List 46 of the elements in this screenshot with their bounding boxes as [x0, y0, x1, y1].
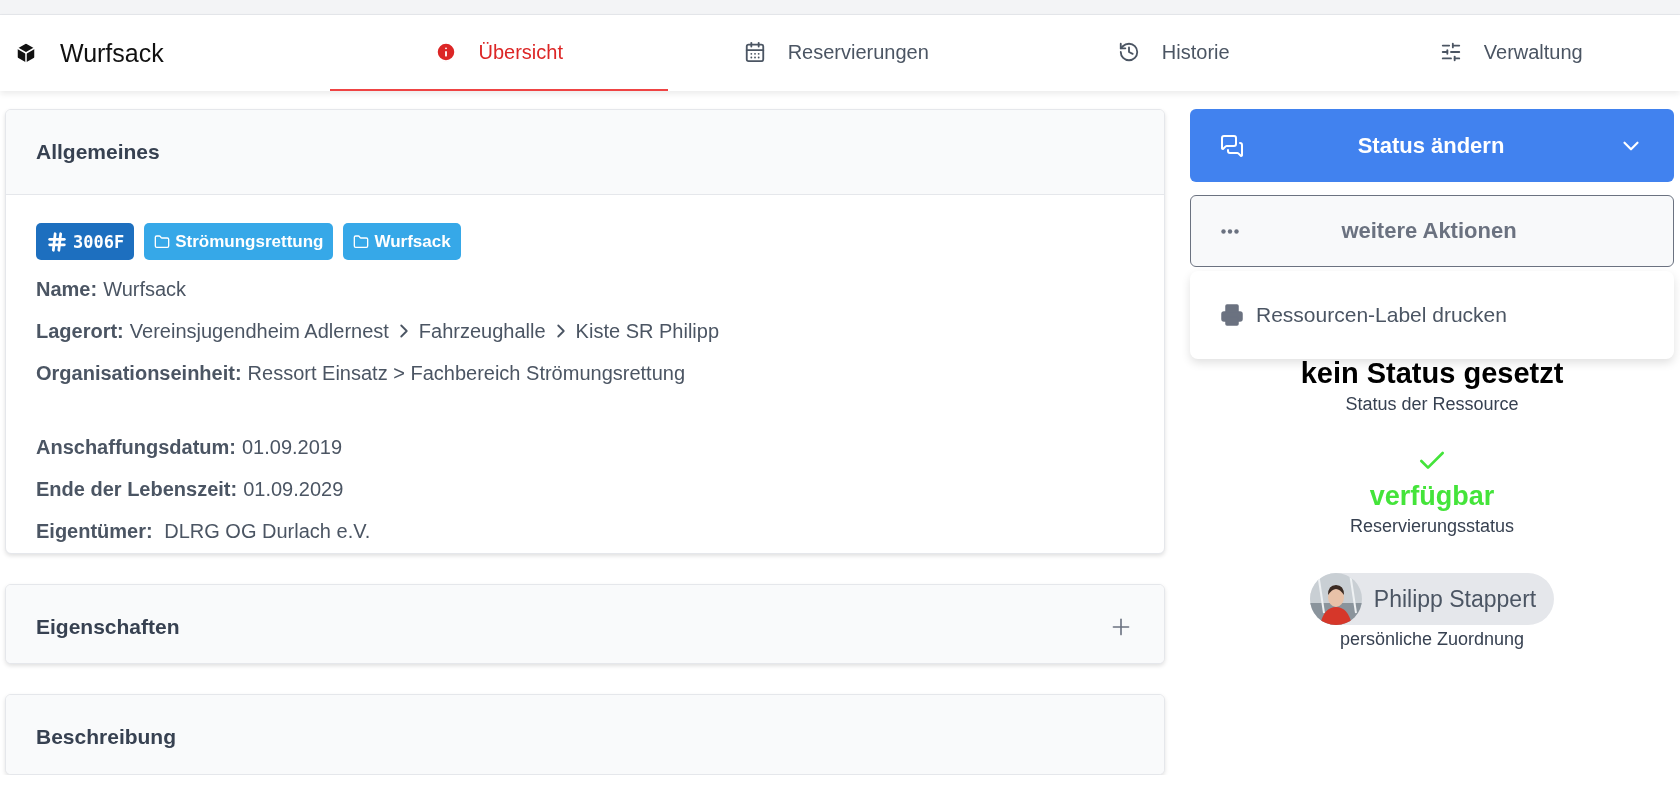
card-title: Allgemeines — [36, 140, 160, 164]
field-label: Organisationseinheit: — [36, 361, 242, 386]
page-title: Wurfsack — [60, 38, 164, 68]
status-button[interactable]: Status ändern — [1190, 109, 1674, 182]
box-icon — [14, 41, 38, 65]
tag[interactable]: 3006F — [36, 223, 135, 260]
field-value: 01.09.2029 — [243, 477, 344, 502]
chat-icon — [1220, 133, 1244, 158]
person-chip[interactable]: Philipp Stappert — [1309, 573, 1555, 625]
card-title: Beschreibung — [36, 725, 177, 750]
field-value: Kiste SR Philipp — [575, 319, 719, 344]
reservation-caption: Reservierungsstatus — [1349, 516, 1515, 537]
printer-icon — [1220, 303, 1244, 327]
assignment-caption: persönliche Zuordnung — [1339, 629, 1525, 650]
field-label: Ende der Lebenszeit: — [36, 477, 238, 502]
field-value: Vereinsjugendheim Adlernest — [129, 319, 389, 344]
more-icon — [1221, 228, 1239, 234]
info-icon — [434, 41, 457, 63]
card-title: Eigenschaften — [36, 614, 180, 639]
settings-icon — [1439, 41, 1462, 63]
status-caption: Status der Ressource — [1345, 394, 1519, 415]
tab[interactable]: Reservierungen — [667, 15, 1005, 91]
more-actions-button[interactable]: weitere Aktionen — [1190, 195, 1674, 267]
calendar-icon — [743, 41, 766, 63]
status-value: kein Status gesetzt — [1300, 357, 1564, 390]
field-value: Wurfsack — [103, 277, 187, 302]
hash-icon — [46, 230, 68, 253]
field-label: Name: — [36, 277, 98, 302]
field-label: Eigentümer: — [36, 519, 153, 544]
field-value: DLRG OG Durlach e.V. — [163, 519, 371, 544]
field-value: Ressort Einsatz > Fachbereich Strömungsrettung — [247, 361, 686, 386]
field-value: Fahrzeughalle — [418, 319, 546, 344]
folder-icon — [353, 233, 370, 250]
reservation-value: verfügbar — [1369, 481, 1495, 512]
card-header[interactable]: Allgemeines — [6, 110, 1164, 194]
field-label: Anschaffungsdatum: — [36, 435, 236, 460]
tab[interactable]: Historie — [1005, 15, 1343, 91]
folder-icon — [154, 233, 171, 250]
field-value: 01.09.2019 — [242, 435, 343, 460]
card-header[interactable]: Eigenschaften — [6, 584, 1164, 664]
tab[interactable]: Verwaltung — [1342, 15, 1680, 91]
tab[interactable]: Übersicht — [330, 15, 668, 91]
history-icon — [1117, 41, 1140, 63]
field-label: Lagerort: — [36, 319, 124, 344]
menu-item[interactable]: Ressourcen-Label drucken — [1220, 303, 1507, 327]
card-header[interactable]: Beschreibung — [6, 695, 1164, 774]
